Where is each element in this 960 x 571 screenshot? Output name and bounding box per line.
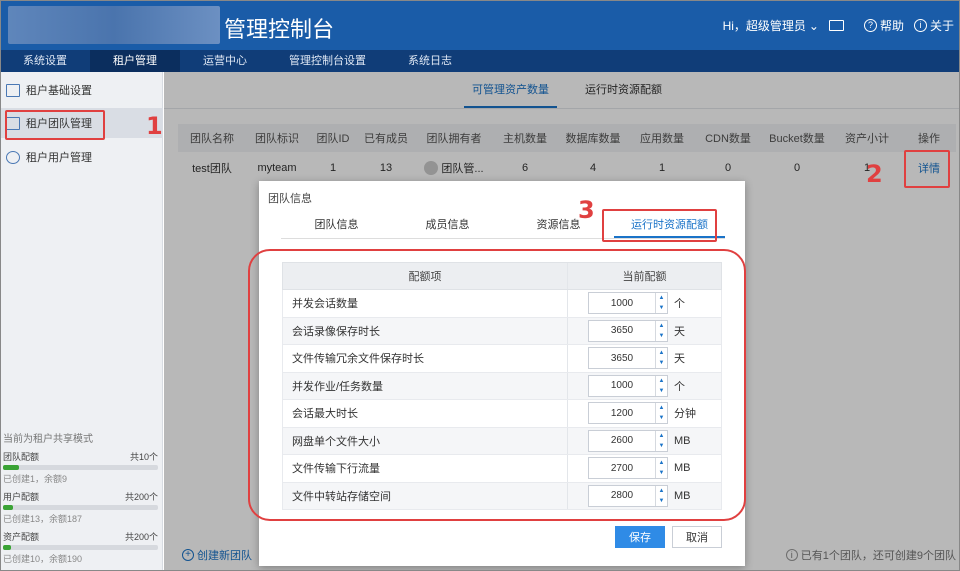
top-nav: 系统设置 租户管理 运营中心 管理控制台设置 系统日志 — [0, 50, 960, 72]
quota-asset: 资产配额 共200个 已创建10，余额190 — [3, 530, 158, 565]
nav-console-settings[interactable]: 管理控制台设置 — [270, 50, 385, 72]
users-icon — [6, 150, 20, 164]
quota-fill — [3, 545, 11, 550]
quota-bar — [3, 545, 158, 550]
sidebar-item-label: 租户用户管理 — [26, 152, 92, 164]
quota-fill — [3, 465, 19, 470]
sidebar-item-tenant-basic[interactable]: 租户基础设置 — [0, 75, 163, 105]
nav-operations-center[interactable]: 运营中心 — [180, 50, 270, 72]
quota-total: 共10个 — [129, 452, 158, 462]
about-label: 关于 — [929, 19, 954, 33]
app-title: 管理控制台 — [224, 17, 335, 42]
annotation-ellipse — [248, 249, 746, 521]
quota-sub: 已创建10，余额190 — [3, 554, 83, 564]
quota-total: 共200个 — [124, 532, 158, 542]
sidebar-item-label: 租户基础设置 — [26, 85, 92, 97]
annotation-number-2: 2 — [866, 160, 883, 188]
quota-total: 共200个 — [124, 492, 158, 502]
tab-member-info[interactable]: 成员信息 — [392, 211, 503, 238]
quota-team: 团队配额 共10个 已创建1，余额9 — [3, 450, 158, 485]
annotation-number-3: 3 — [578, 196, 595, 224]
sidebar-item-user-management[interactable]: 租户用户管理 — [0, 142, 163, 172]
quota-user: 用户配额 共200个 已创建13，余额187 — [3, 490, 158, 525]
blurred-logo — [8, 6, 220, 44]
quota-mode-label: 当前为租户共享模式 — [3, 434, 93, 445]
dialog-title: 团队信息 — [268, 193, 312, 205]
annotation-number-1: 1 — [146, 112, 163, 140]
chevron-down-icon: ⌄ — [808, 18, 819, 33]
help-label: 帮助 — [879, 19, 904, 33]
sidebar: 租户基础设置 租户团队管理 租户用户管理 当前为租户共享模式 团队配额 共10个 … — [0, 72, 163, 571]
quota-sub: 已创建1，余额9 — [3, 474, 68, 484]
save-button[interactable]: 保存 — [615, 526, 665, 548]
quota-bar — [3, 505, 158, 510]
help-icon: ? — [863, 19, 877, 32]
quota-label: 资产配额 — [3, 532, 40, 542]
quota-fill — [3, 505, 14, 510]
building-icon — [6, 83, 20, 97]
nav-tenant-management[interactable]: 租户管理 — [90, 50, 180, 72]
user-name: Hi，超级管理员 — [722, 19, 806, 33]
quota-label: 团队配额 — [3, 452, 40, 462]
about-link[interactable]: i 关于 — [913, 17, 954, 34]
tab-team-info[interactable]: 团队信息 — [281, 211, 392, 238]
quota-bar — [3, 465, 158, 470]
quota-sub: 已创建13，余额187 — [3, 514, 83, 524]
nav-system-settings[interactable]: 系统设置 — [0, 50, 90, 72]
help-link[interactable]: ? 帮助 — [863, 17, 904, 34]
quota-label: 用户配额 — [3, 492, 40, 502]
tab-resource-info[interactable]: 资源信息 — [503, 211, 614, 238]
annotation-box-3 — [602, 209, 717, 242]
cancel-button[interactable]: 取消 — [672, 526, 722, 548]
annotation-box-1 — [5, 110, 105, 140]
info-icon: i — [913, 19, 927, 32]
mail-icon[interactable] — [828, 20, 844, 31]
annotation-box-2 — [904, 150, 950, 188]
nav-system-log[interactable]: 系统日志 — [385, 50, 475, 72]
user-menu[interactable]: Hi，超级管理员 ⌄ — [723, 17, 819, 34]
app-header: 管理控制台 Hi，超级管理员 ⌄ ? 帮助 i 关于 — [0, 0, 960, 50]
